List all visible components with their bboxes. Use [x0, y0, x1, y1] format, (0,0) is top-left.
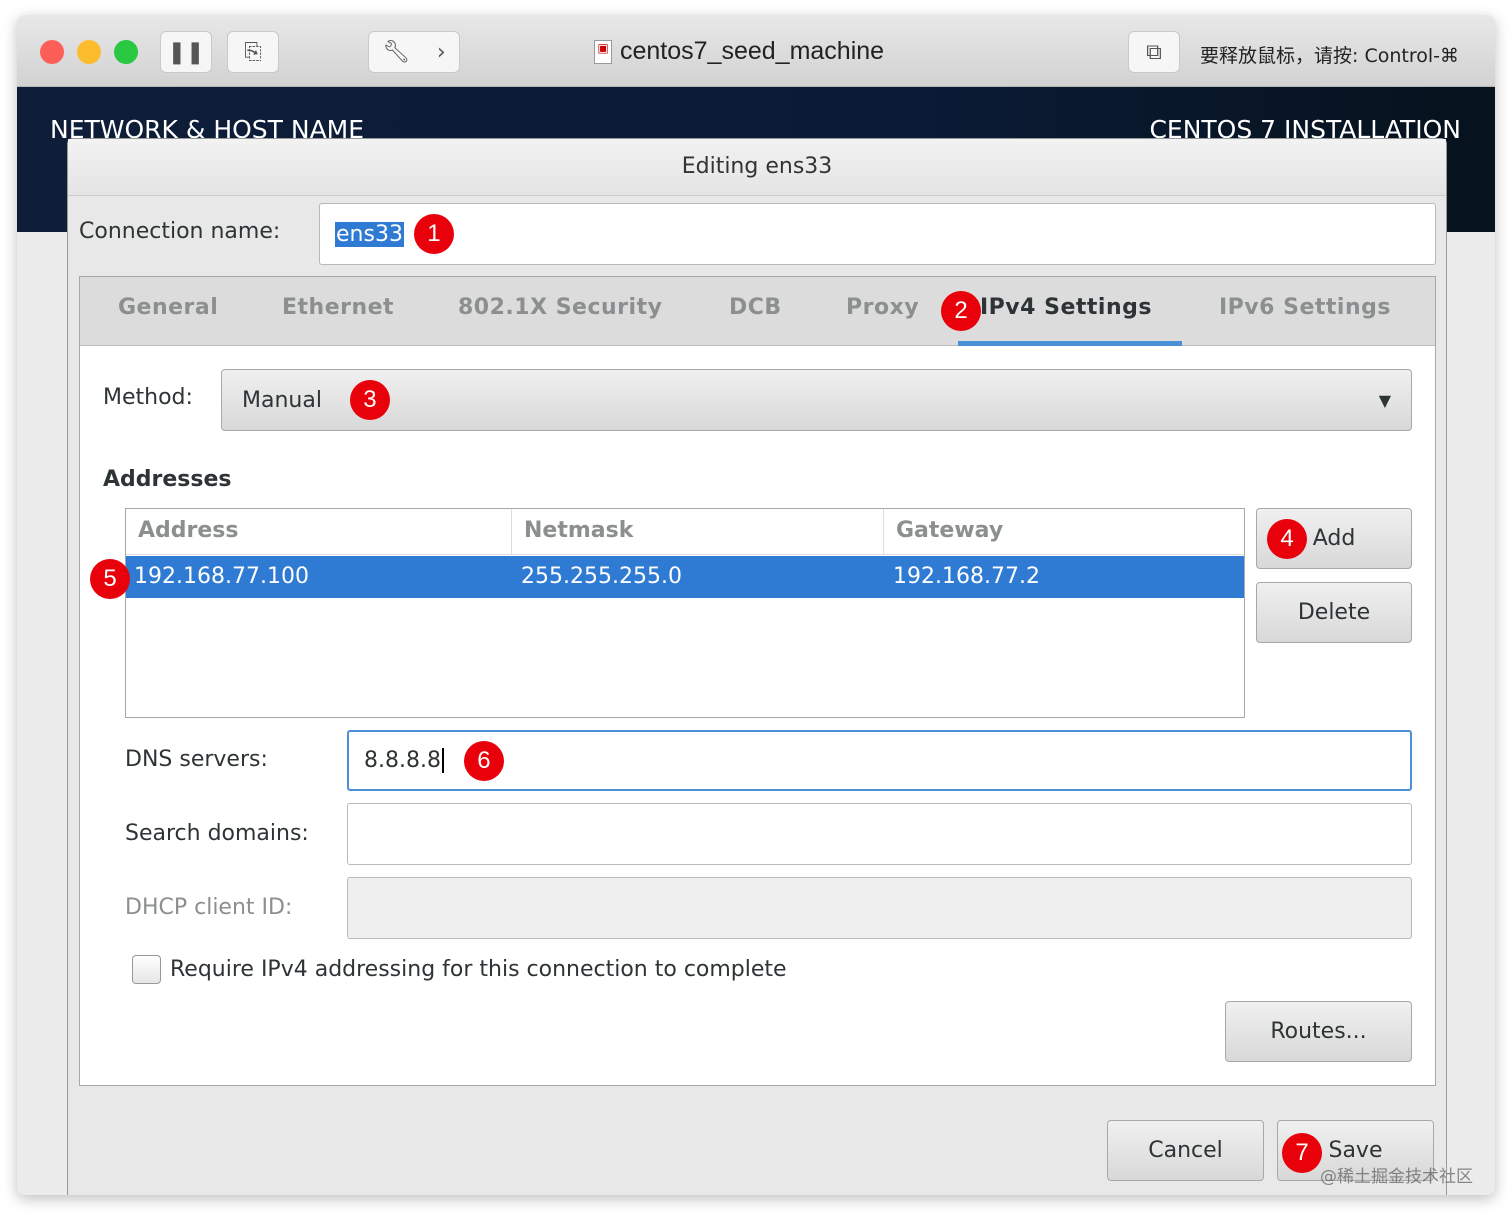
address-cell[interactable]: 192.168.77.100: [134, 564, 309, 589]
routes-button[interactable]: Routes...: [1225, 1001, 1412, 1062]
method-dropdown[interactable]: Manual 3 ▼: [221, 369, 1412, 431]
dns-servers-input[interactable]: 8.8.8.8 6: [347, 730, 1412, 791]
tab-proxy[interactable]: Proxy: [846, 295, 919, 320]
title-bar: ❚❚ ⎘ 🔧︎ › ▣ centos7_seed_machine ⧉ 要释放鼠标，请…: [17, 15, 1495, 87]
pause-button[interactable]: ❚❚: [160, 31, 212, 73]
chevron-right-icon: ›: [436, 39, 446, 65]
search-domains-label: Search domains:: [125, 821, 309, 846]
vm-file-icon: ▣: [594, 39, 612, 64]
tab-8021x-security[interactable]: 802.1X Security: [458, 295, 662, 320]
tab-ipv4-settings[interactable]: IPv4 Settings: [980, 295, 1152, 320]
require-ipv4-label[interactable]: Require IPv4 addressing for this connect…: [170, 957, 787, 982]
add-button[interactable]: 4 Add: [1256, 508, 1412, 569]
step-badge-5: 5: [90, 559, 130, 599]
wrench-icon: 🔧︎: [382, 39, 411, 65]
addresses-heading: Addresses: [103, 467, 232, 492]
copy-icon: ⧉: [1146, 39, 1162, 65]
gateway-cell[interactable]: 192.168.77.2: [893, 564, 1040, 589]
step-badge-6: 6: [463, 740, 504, 781]
settings-button[interactable]: 🔧︎ ›: [368, 31, 460, 73]
tab-ipv6-settings[interactable]: IPv6 Settings: [1219, 295, 1391, 320]
edit-connection-dialog: Editing ens33 Connection name: ens33 1 G…: [67, 138, 1447, 1195]
dns-servers-label: DNS servers:: [125, 747, 268, 772]
dns-servers-value: 8.8.8.8: [364, 748, 444, 773]
dhcp-client-id-input: [347, 877, 1412, 939]
pause-icon: ❚❚: [167, 39, 205, 65]
step-badge-2: 2: [941, 291, 981, 331]
dialog-title: Editing ens33: [68, 139, 1446, 196]
tab-bar: General Ethernet 802.1X Security DCB Pro…: [80, 277, 1435, 346]
snapshot-button[interactable]: ⎘: [227, 31, 279, 73]
window-title: centos7_seed_machine: [620, 37, 885, 65]
tab-dcb[interactable]: DCB: [729, 295, 782, 320]
column-header-netmask[interactable]: Netmask: [512, 509, 884, 555]
method-label: Method:: [103, 385, 193, 410]
connection-name-input[interactable]: ens33 1: [319, 203, 1436, 265]
tab-general[interactable]: General: [118, 295, 218, 320]
cancel-button[interactable]: Cancel: [1107, 1120, 1264, 1181]
watermark: @稀土掘金技术社区: [1320, 1167, 1473, 1187]
column-header-address[interactable]: Address: [126, 509, 512, 555]
dhcp-client-id-label: DHCP client ID:: [125, 895, 293, 920]
minimize-button[interactable]: [77, 40, 101, 64]
fullscreen-button[interactable]: ⧉: [1128, 31, 1180, 73]
snapshot-icon: ⎘: [244, 39, 262, 65]
vm-window: ❚❚ ⎘ 🔧︎ › ▣ centos7_seed_machine ⧉ 要释放鼠标，请…: [17, 15, 1495, 1195]
add-label: Add: [1312, 526, 1356, 551]
step-badge-3: 3: [349, 380, 390, 420]
table-row[interactable]: 192.168.77.100 255.255.255.0 192.168.77.…: [126, 556, 1244, 598]
column-header-gateway[interactable]: Gateway: [884, 509, 1244, 555]
step-badge-7: 7: [1282, 1133, 1322, 1173]
step-badge-1: 1: [413, 214, 454, 254]
delete-button[interactable]: Delete: [1256, 582, 1412, 643]
active-tab-indicator: [958, 341, 1182, 346]
addresses-table: Address Netmask Gateway 192.168.77.100 2…: [125, 508, 1245, 718]
save-label: Save: [1328, 1138, 1383, 1163]
connection-name-label: Connection name:: [79, 219, 281, 244]
close-button[interactable]: [40, 40, 64, 64]
step-badge-4: 4: [1267, 519, 1307, 559]
zoom-button[interactable]: [114, 40, 138, 64]
netmask-cell[interactable]: 255.255.255.0: [521, 564, 682, 589]
release-mouse-hint: 要释放鼠标，请按: Control-⌘: [1200, 45, 1459, 67]
require-ipv4-checkbox[interactable]: [132, 955, 161, 984]
chevron-down-icon: ▼: [1378, 390, 1391, 410]
method-value: Manual: [242, 387, 322, 413]
tab-ethernet[interactable]: Ethernet: [282, 295, 394, 320]
connection-name-value: ens33: [335, 221, 404, 247]
settings-notebook: General Ethernet 802.1X Security DCB Pro…: [79, 276, 1436, 1086]
search-domains-input[interactable]: [347, 803, 1412, 865]
